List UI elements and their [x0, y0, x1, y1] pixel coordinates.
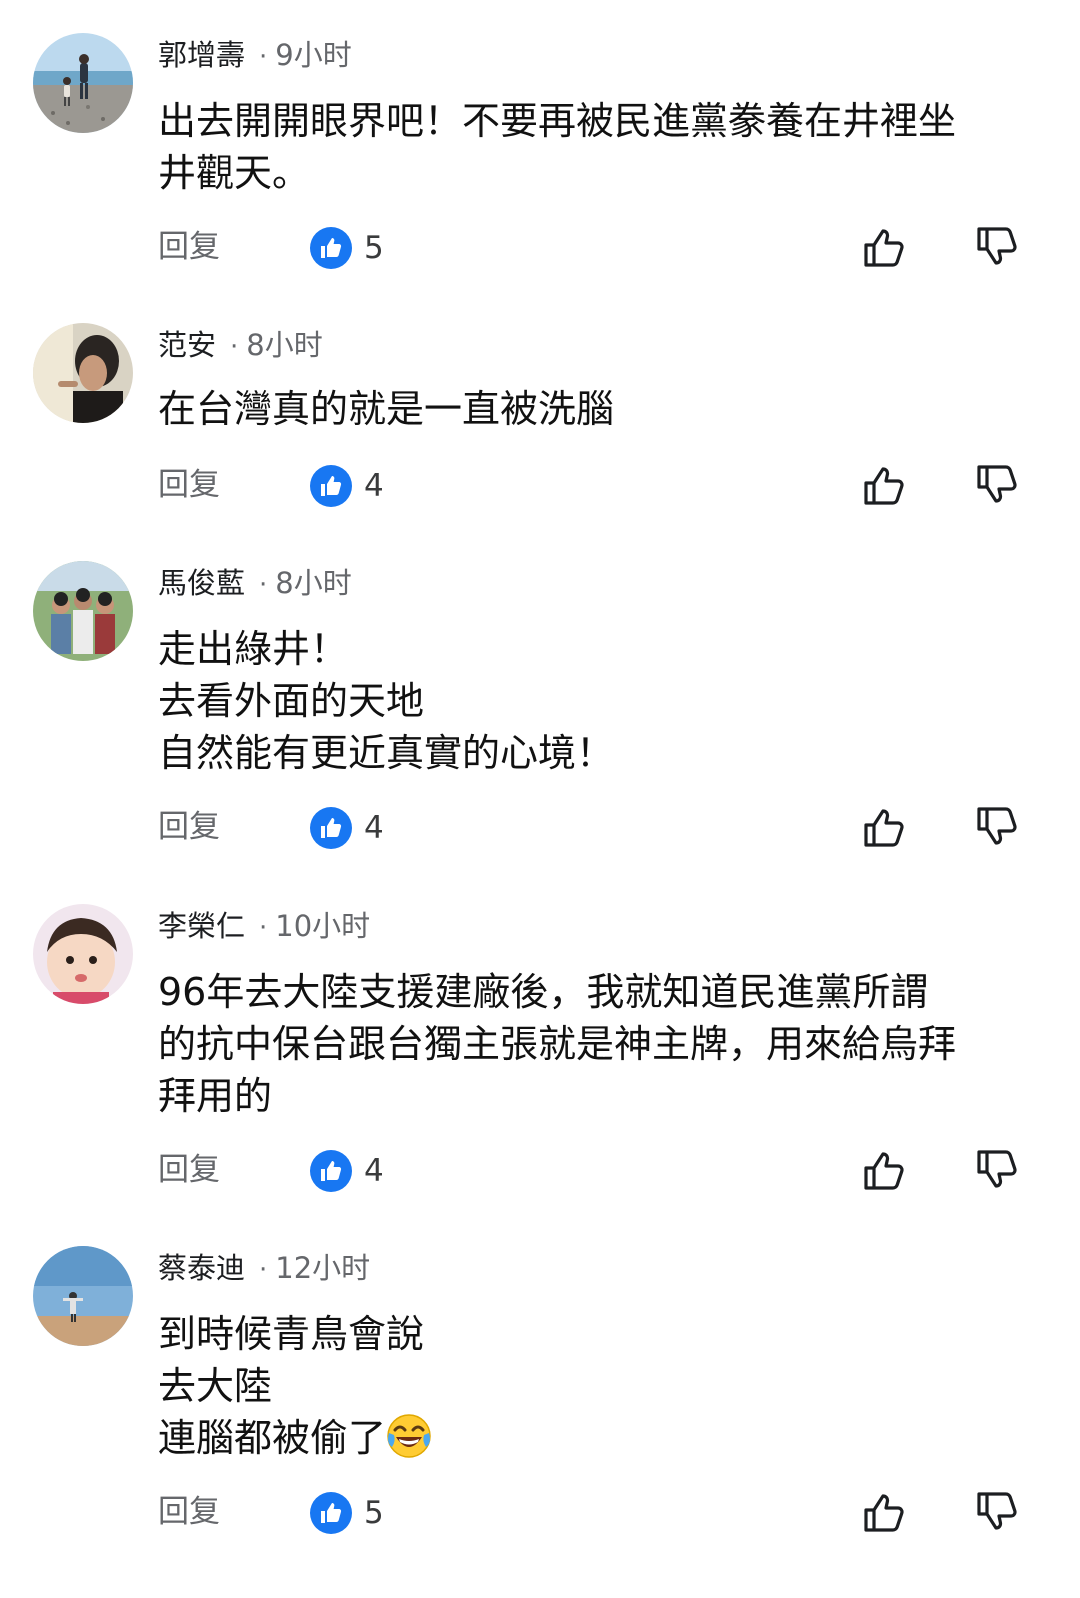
author-name[interactable]: 郭增壽 [158, 38, 245, 72]
like-count: 4 [364, 468, 384, 504]
separator-dot: · [259, 42, 268, 72]
reply-button[interactable]: 回复 [158, 1150, 220, 1190]
comment-body: 96年去大陸支援建廠後，我就知道民進黨所謂 的抗中保台跟台獨主張就是神主牌，用來… [158, 966, 1038, 1122]
avatar[interactable] [33, 904, 133, 1004]
comment-line: 走出綠井！ [158, 627, 349, 671]
comment-line: 連腦都被偷了 [158, 1416, 387, 1460]
timestamp: 8小时 [246, 328, 323, 362]
reply-button[interactable]: 回复 [158, 465, 220, 505]
thumbs-up-badge-icon [310, 1150, 352, 1192]
face-with-tears-of-joy-icon [386, 1413, 432, 1472]
comment-line: 去看外面的天地 [158, 679, 425, 723]
comment-meta: 李榮仁 · 10小时 [158, 906, 370, 946]
comment-meta: 蔡泰迪 · 12小时 [158, 1248, 370, 1288]
comment-line: 井觀天。 [158, 151, 311, 195]
comment-body: 出去開開眼界吧！不要再被民進黨豢養在井裡坐 井觀天。 [158, 95, 1038, 199]
separator-dot: · [259, 913, 268, 943]
comment-meta: 范安 · 8小时 [158, 325, 323, 365]
thumbs-up-icon[interactable] [862, 803, 908, 851]
comment-body: 走出綠井！ 去看外面的天地 自然能有更近真實的心境！ [158, 623, 1038, 779]
comment-body: 在台灣真的就是一直被洗腦 [158, 383, 1038, 435]
reaction-summary[interactable]: 4 [310, 806, 384, 850]
thumbs-up-icon[interactable] [862, 223, 908, 271]
thumbs-up-badge-icon [310, 1492, 352, 1534]
comment-actions: 回复 4 [0, 1146, 1080, 1196]
avatar[interactable] [33, 323, 133, 423]
comment-line: 到時候青鳥會說 [158, 1312, 425, 1356]
timestamp: 12小时 [275, 1251, 371, 1285]
like-count: 4 [364, 1153, 384, 1189]
comment-meta: 郭增壽 · 9小时 [158, 35, 352, 75]
reply-button[interactable]: 回复 [158, 1492, 220, 1532]
timestamp: 8小时 [275, 566, 352, 600]
comment-line: 在台灣真的就是一直被洗腦 [158, 387, 615, 431]
comment-line: 出去開開眼界吧！不要再被民進黨豢養在井裡坐 [158, 99, 957, 143]
reaction-summary[interactable]: 4 [310, 464, 384, 508]
comment-line: 96年去大陸支援建廠後，我就知道民進黨所謂 [158, 970, 929, 1014]
avatar[interactable] [33, 1246, 133, 1346]
reply-button[interactable]: 回复 [158, 227, 220, 267]
separator-dot: · [259, 1255, 268, 1285]
like-count: 5 [364, 230, 384, 266]
separator-dot: · [259, 570, 268, 600]
thumbs-down-icon[interactable] [975, 1146, 1021, 1194]
comment-actions: 回复 5 [0, 1488, 1080, 1538]
thumbs-up-icon[interactable] [862, 1146, 908, 1194]
comment-actions: 回复 5 [0, 223, 1080, 273]
author-name[interactable]: 范安 [158, 328, 216, 362]
comment-line: 拜用的 [158, 1074, 273, 1118]
avatar[interactable] [33, 33, 133, 133]
comment-line-with-emoji: 連腦都被偷了 [158, 1412, 1038, 1472]
thumbs-down-icon[interactable] [975, 223, 1021, 271]
comment-body: 到時候青鳥會說 去大陸 連腦都被偷了 [158, 1308, 1038, 1472]
reply-button[interactable]: 回复 [158, 807, 220, 847]
author-name[interactable]: 蔡泰迪 [158, 1251, 245, 1285]
thumbs-up-badge-icon [310, 807, 352, 849]
reaction-summary[interactable]: 4 [310, 1149, 384, 1193]
author-name[interactable]: 馬俊藍 [158, 566, 245, 600]
reaction-summary[interactable]: 5 [310, 226, 384, 270]
author-name[interactable]: 李榮仁 [158, 909, 245, 943]
comment-line: 的抗中保台跟台獨主張就是神主牌，用來給烏拜 [158, 1022, 957, 1066]
thumbs-up-icon[interactable] [862, 461, 908, 509]
comment-actions: 回复 4 [0, 803, 1080, 853]
avatar[interactable] [33, 561, 133, 661]
thumbs-up-icon[interactable] [862, 1488, 908, 1536]
timestamp: 10小时 [275, 909, 371, 943]
like-count: 5 [364, 1495, 384, 1531]
thumbs-down-icon[interactable] [975, 1488, 1021, 1536]
separator-dot: · [230, 332, 239, 362]
comment-line: 去大陸 [158, 1364, 273, 1408]
timestamp: 9小时 [275, 38, 352, 72]
reaction-summary[interactable]: 5 [310, 1491, 384, 1535]
comment-actions: 回复 4 [0, 461, 1080, 511]
thumbs-up-badge-icon [310, 227, 352, 269]
thumbs-down-icon[interactable] [975, 461, 1021, 509]
like-count: 4 [364, 810, 384, 846]
thumbs-down-icon[interactable] [975, 803, 1021, 851]
comment-meta: 馬俊藍 · 8小时 [158, 563, 352, 603]
thumbs-up-badge-icon [310, 465, 352, 507]
comment-line: 自然能有更近真實的心境！ [158, 731, 615, 775]
